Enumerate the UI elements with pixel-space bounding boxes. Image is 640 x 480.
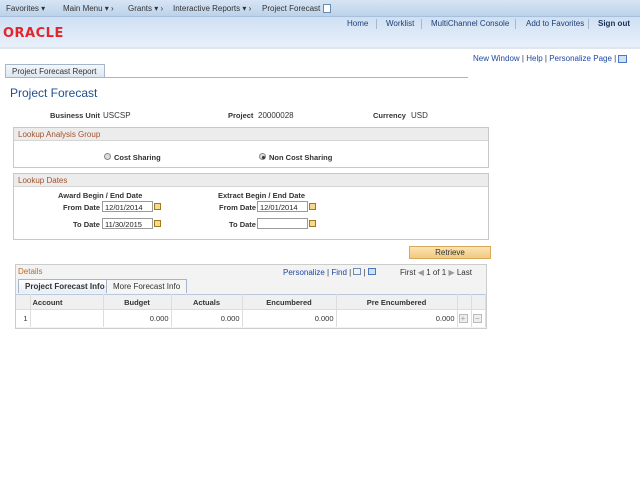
home-link[interactable]: Home — [347, 19, 368, 28]
main-menu-label: Main Menu — [63, 4, 103, 13]
add-to-favorites-link[interactable]: Add to Favorites — [526, 19, 584, 28]
breadcrumb-interactive-reports[interactable]: Interactive Reports ▾ › — [173, 4, 251, 13]
row-range: 1 of 1 — [426, 268, 447, 277]
find-link[interactable]: Find — [331, 268, 347, 277]
non-cost-sharing-radio[interactable] — [259, 153, 266, 160]
favorites-menu[interactable]: Favorites ▾ — [6, 4, 45, 13]
lookup-analysis-group-title: Lookup Analysis Group — [14, 128, 488, 141]
tab-project-forecast-report[interactable]: Project Forecast Report — [5, 64, 105, 77]
favorites-label: Favorites — [6, 4, 39, 13]
new-window-link[interactable]: New Window — [473, 54, 520, 63]
col-encumbered: Encumbered — [242, 294, 337, 310]
next-icon[interactable]: ▶ — [448, 268, 454, 277]
page-title: Project Forecast — [10, 86, 98, 100]
award-to-input[interactable]: 11/30/2015 — [102, 218, 153, 229]
download-icon[interactable] — [367, 268, 376, 275]
extract-to-input[interactable] — [257, 218, 308, 229]
delete-row-icon[interactable]: − — [472, 313, 482, 323]
award-to-calendar-icon[interactable] — [154, 220, 161, 227]
worklist-link[interactable]: Worklist — [386, 19, 414, 28]
main-menu[interactable]: Main Menu ▾ › — [63, 4, 114, 13]
col-actuals: Actuals — [171, 294, 243, 310]
lookup-dates: Lookup Dates Award Begin / End Date From… — [13, 173, 489, 240]
pagination: First ◀ 1 of 1 ▶ Last — [400, 268, 472, 277]
breadcrumb-grants[interactable]: Grants ▾ › — [128, 4, 163, 13]
encumbered-cell: 0.000 — [242, 309, 337, 327]
retrieve-button[interactable]: Retrieve — [409, 246, 491, 259]
pre-encumbered-cell: 0.000 — [336, 309, 458, 327]
page-icon[interactable] — [323, 4, 331, 13]
col-account: Account — [30, 294, 104, 310]
interactive-reports-label: Interactive Reports — [173, 4, 241, 13]
col-budget: Budget — [103, 294, 172, 310]
tab-project-forecast-info[interactable]: Project Forecast Info — [18, 279, 112, 293]
extract-dates-title: Extract Begin / End Date — [218, 191, 306, 200]
last-label: Last — [456, 268, 472, 277]
grants-label: Grants — [128, 4, 153, 13]
forecast-table: Account Budget Actuals Encumbered Pre En… — [16, 294, 486, 327]
multichannel-console-link[interactable]: MultiChannel Console — [431, 19, 509, 28]
budget-cell: 0.000 — [103, 309, 172, 327]
award-dates-title: Award Begin / End Date — [58, 191, 143, 200]
project-label: Project — [228, 111, 254, 120]
currency-value: USD — [411, 111, 428, 120]
col-pre-encumbered: Pre Encumbered — [336, 294, 458, 310]
business-unit-value: USCSP — [103, 111, 131, 120]
table-row: 1 0.000 0.000 0.000 0.000 + − — [16, 309, 486, 327]
currency-label: Currency — [373, 111, 406, 120]
extract-from-label: From Date — [219, 203, 257, 212]
tab-more-forecast-info[interactable]: More Forecast Info — [106, 279, 188, 293]
header: Home Worklist MultiChannel Console Add t… — [0, 17, 640, 49]
cost-sharing-radio[interactable] — [104, 153, 111, 160]
table-header: Account Budget Actuals Encumbered Pre En… — [16, 294, 486, 310]
business-unit-label: Business Unit — [50, 111, 101, 120]
view-all-icon[interactable] — [353, 268, 362, 275]
lookup-dates-title: Lookup Dates — [14, 174, 488, 187]
project-value: 20000028 — [258, 111, 294, 120]
actuals-cell: 0.000 — [171, 309, 243, 327]
account-cell[interactable] — [30, 309, 104, 327]
page-toolbar: New Window | Help | Personalize Page | — [473, 54, 628, 63]
help-link[interactable]: Help — [526, 54, 542, 63]
award-from-input[interactable]: 12/01/2014 — [102, 201, 153, 212]
award-from-label: From Date — [63, 203, 101, 212]
add-row-icon[interactable]: + — [458, 313, 468, 323]
non-cost-sharing-label: Non Cost Sharing — [269, 153, 333, 162]
award-to-label: To Date — [73, 220, 100, 229]
extract-from-calendar-icon[interactable] — [309, 203, 316, 210]
cost-sharing-label: Cost Sharing — [114, 153, 161, 162]
extract-from-input[interactable]: 12/01/2014 — [257, 201, 308, 212]
grid-toolbar: Personalize | Find | | — [283, 268, 376, 277]
personalize-link[interactable]: Personalize — [283, 268, 325, 277]
grid-icon[interactable] — [618, 54, 628, 63]
oracle-logo: ORACLE — [3, 26, 64, 41]
details-grid: Details Personalize | Find | | First ◀ 1… — [15, 264, 487, 329]
first-label: First — [400, 268, 416, 277]
personalize-page-link[interactable]: Personalize Page — [549, 54, 612, 63]
extract-to-label: To Date — [229, 220, 256, 229]
lookup-analysis-group: Lookup Analysis Group Cost Sharing Non C… — [13, 127, 489, 168]
details-title: Details — [18, 267, 43, 276]
breadcrumb-bar: Favorites ▾ Main Menu ▾ › Grants ▾ › Int… — [0, 0, 640, 17]
row-number: 1 — [16, 309, 31, 327]
previous-icon[interactable]: ◀ — [418, 268, 424, 277]
award-from-calendar-icon[interactable] — [154, 203, 161, 210]
sign-out-link[interactable]: Sign out — [598, 19, 630, 28]
breadcrumb-current: Project Forecast — [262, 4, 321, 13]
extract-to-calendar-icon[interactable] — [309, 220, 316, 227]
